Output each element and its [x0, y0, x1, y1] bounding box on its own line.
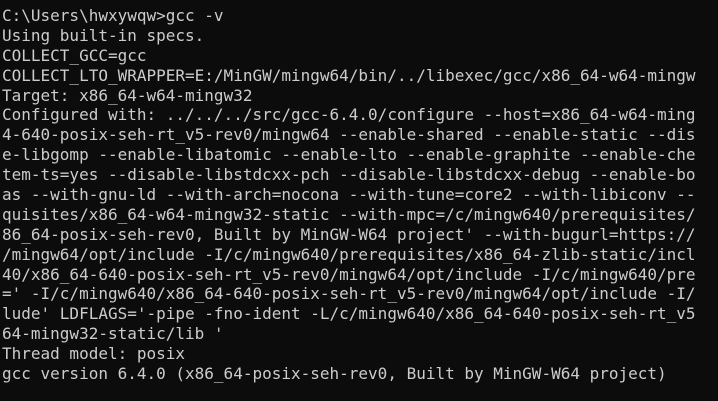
- output-line: /mingw64/opt/include -I/c/mingw640/prere…: [2, 244, 696, 264]
- output-line: as --with-gnu-ld --with-arch=nocona --wi…: [2, 185, 696, 205]
- prompt-line: C:\Users\hwxywqw>gcc -v: [2, 6, 224, 25]
- output-line: =' -I/c/mingw640/x86_64-640-posix-seh-rt…: [2, 284, 696, 304]
- output-line: e-libgomp --enable-libatomic --enable-lt…: [2, 145, 696, 165]
- output-line: tem-ts=yes --disable-libstdcxx-pch --dis…: [2, 165, 696, 185]
- output-line: gcc version 6.4.0 (x86_64-posix-seh-rev0…: [2, 364, 667, 384]
- output-line: 86_64-posix-seh-rev0, Built by MinGW-W64…: [2, 224, 696, 244]
- output-line: 64-mingw32-static/lib ': [2, 324, 224, 344]
- terminal-output[interactable]: C:\Users\hwxywqw>gcc -v Using built-in s…: [0, 0, 718, 401]
- output-line: 4-640-posix-seh-rt_v5-rev0/mingw64 --ena…: [2, 125, 696, 145]
- output-line: quisites/x86_64-w64-mingw32-static --wit…: [2, 204, 696, 224]
- output-line: Configured with: ../../../src/gcc-6.4.0/…: [2, 105, 696, 125]
- output-line: COLLECT_LTO_WRAPPER=E:/MinGW/mingw64/bin…: [2, 65, 696, 85]
- output-line: COLLECT_GCC=gcc: [2, 45, 147, 65]
- output-line: lude' LDFLAGS='-pipe -fno-ident -L/c/min…: [2, 304, 696, 324]
- output-line: 40/x86_64-640-posix-seh-rt_v5-rev0/mingw…: [2, 264, 696, 284]
- output-line: Target: x86_64-w64-mingw32: [2, 85, 253, 105]
- output-line: Using built-in specs.: [2, 25, 205, 45]
- output-line: Thread model: posix: [2, 344, 186, 364]
